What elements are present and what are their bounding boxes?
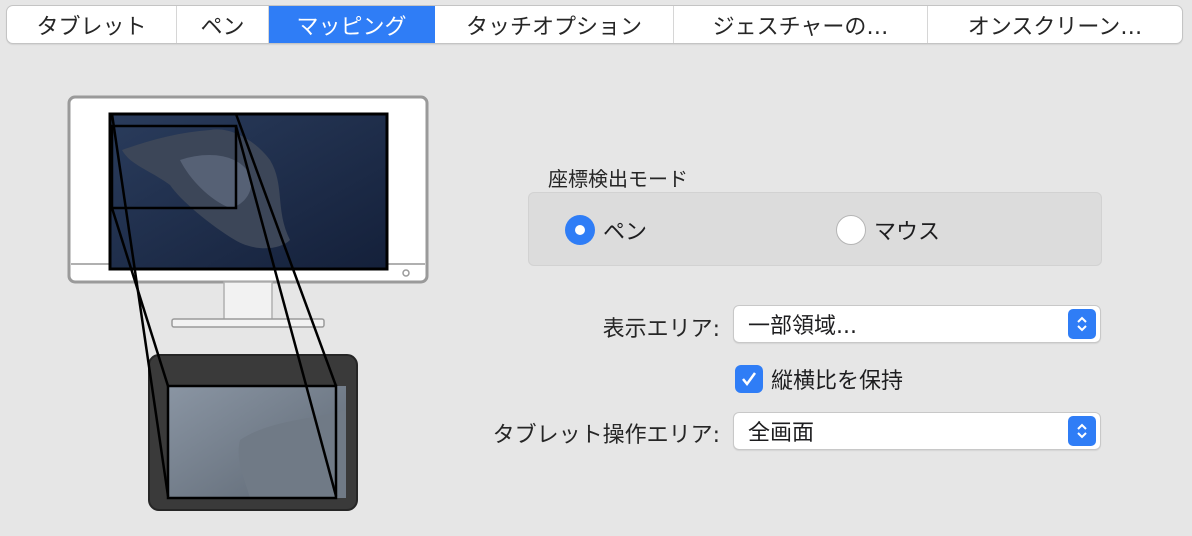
tablet-icon: [148, 354, 358, 511]
mapping-illustration: [60, 90, 440, 520]
tab-bar: タブレット ペン マッピング タッチオプション ジェスチャーの… オンスクリーン…: [6, 5, 1183, 44]
tab-gestures[interactable]: ジェスチャーの…: [674, 6, 928, 43]
monitor-tablet-diagram: [67, 95, 429, 511]
tab-onscreen[interactable]: オンスクリーン…: [928, 6, 1182, 43]
mode-title: 座標検出モード: [548, 167, 688, 191]
display-area-select[interactable]: 一部領域...: [733, 305, 1101, 343]
chevron-up-down-icon: [1068, 309, 1096, 339]
monitor-icon: [67, 95, 429, 328]
tablet-area-label: タブレット操作エリア:: [492, 423, 720, 448]
radio-selected-icon: [565, 215, 595, 245]
radio-pen-label: ペン: [603, 220, 648, 245]
radio-unselected-icon: [836, 215, 866, 245]
tab-touch-options[interactable]: タッチオプション: [435, 6, 674, 43]
tab-tablet[interactable]: タブレット: [7, 6, 177, 43]
keep-aspect-label: 縦横比を保持: [771, 369, 904, 394]
tablet-area-select[interactable]: 全画面: [733, 412, 1101, 450]
checkmark-icon: [735, 365, 763, 393]
radio-pen[interactable]: ペン: [565, 214, 647, 246]
chevron-up-down-icon: [1068, 416, 1096, 446]
radio-mouse-label: マウス: [874, 220, 941, 245]
tab-mapping[interactable]: マッピング: [269, 6, 435, 43]
radio-mouse[interactable]: マウス: [836, 214, 940, 246]
display-area-value: 一部領域...: [748, 314, 857, 339]
mode-group: ペン マウス: [528, 192, 1102, 266]
keep-aspect-checkbox[interactable]: 縦横比を保持: [735, 363, 903, 395]
display-area-label: 表示エリア:: [602, 317, 720, 342]
tab-pen[interactable]: ペン: [177, 6, 269, 43]
tablet-area-value: 全画面: [748, 421, 815, 446]
